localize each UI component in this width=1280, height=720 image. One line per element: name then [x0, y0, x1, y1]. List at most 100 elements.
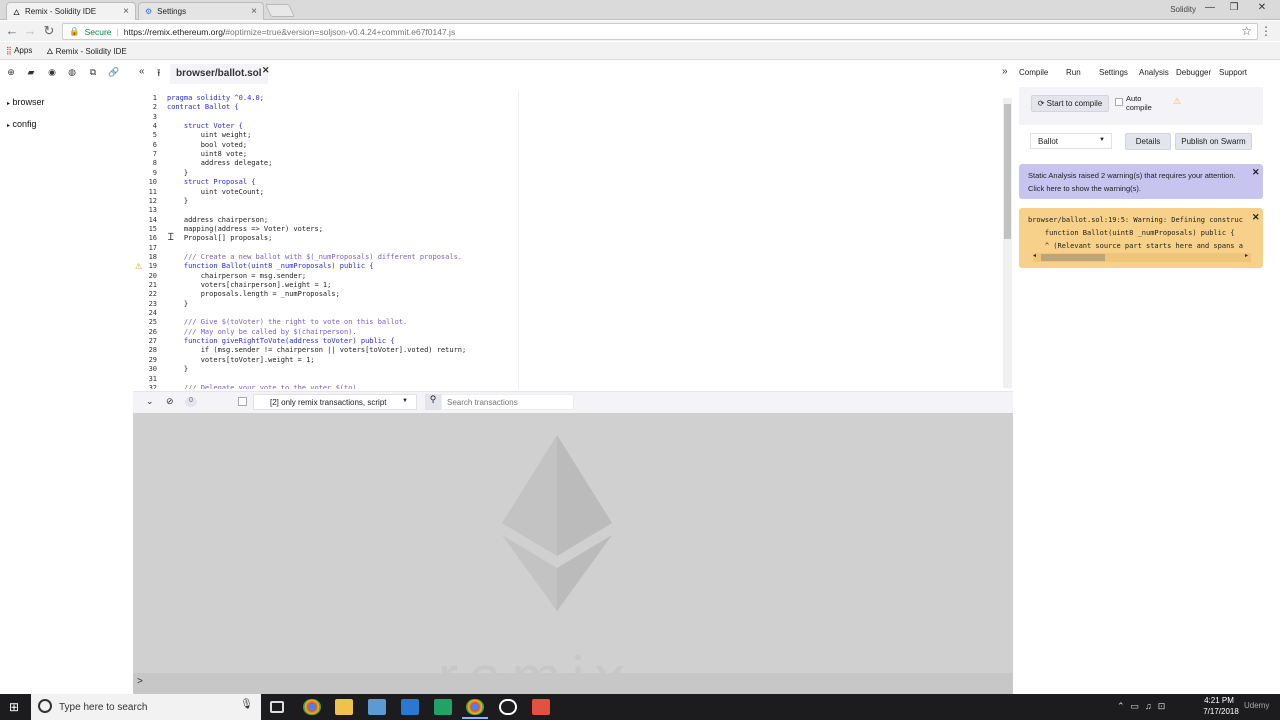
line-number: 30	[148, 365, 157, 374]
code-line: pragma solidity ^0.4.0;	[167, 94, 264, 102]
line-number-gutter: 1 2 3 4 5 6 7 8 9 10 11 12 13 14 15 16 17 18 19 20 21 22 23 24 2…	[133, 91, 165, 389]
chrome-active-icon[interactable]	[466, 699, 484, 715]
caret-right-icon: ▸	[7, 101, 11, 107]
start-compile-button[interactable]: ⟳ Start to compile	[1031, 95, 1109, 112]
tab-support[interactable]: Support	[1219, 68, 1247, 77]
browser-tab-remix[interactable]: 🜂 Remix - Solidity IDE ×	[6, 2, 136, 20]
tab-debugger[interactable]: Debugger	[1176, 68, 1211, 77]
microphone-icon[interactable]: 🎙	[240, 699, 253, 710]
scroll-left-icon[interactable]: ◂	[1033, 252, 1036, 259]
code-line: }	[167, 299, 189, 308]
terminal-prompt[interactable]: >	[133, 673, 1013, 694]
gist-icon[interactable]: ◍	[65, 67, 79, 79]
terminal-output[interactable]: remix	[133, 413, 1013, 694]
scroll-right-icon[interactable]: ▸	[1245, 252, 1248, 259]
listen-checkbox[interactable]	[238, 397, 247, 406]
vscode-icon[interactable]	[401, 699, 419, 715]
upload-arrow-icon[interactable]: ⭱	[157, 66, 161, 83]
code-editor[interactable]: 1 2 3 4 5 6 7 8 9 10 11 12 13 14 15 16 17 18 19 20 21 22 23 24 2…	[133, 91, 1013, 389]
back-arrow-icon[interactable]: ←	[4, 23, 20, 39]
line-number: 29	[148, 355, 157, 364]
code-line: /// Give $(toVoter) the right to vote on…	[167, 318, 408, 327]
line-number: 18	[148, 252, 157, 261]
code-line: uint weight;	[167, 131, 252, 140]
auto-compile-checkbox[interactable]	[1115, 98, 1123, 106]
line-number: 32	[148, 383, 157, 389]
browser-menu-icon[interactable]: ⋮	[1260, 24, 1272, 38]
warning-hscrollbar-thumb[interactable]	[1041, 254, 1105, 261]
maximize-window-icon[interactable]: ❐	[1222, 2, 1246, 16]
bookmark-remix[interactable]: 🜂 Remix - Solidity IDE	[46, 42, 126, 59]
tab-analysis[interactable]: Analysis	[1139, 68, 1169, 77]
editor-file-tab[interactable]: browser/ballot.sol	[170, 64, 268, 84]
tree-item-browser[interactable]: ▸ browser	[7, 97, 45, 107]
bookmark-star-icon[interactable]: ☆	[1241, 24, 1252, 38]
store-icon[interactable]	[368, 699, 386, 715]
reload-icon[interactable]: ↻	[41, 23, 57, 39]
collapse-right-icon[interactable]: »	[1002, 66, 1008, 77]
line-number: 11	[148, 187, 157, 196]
line-number: 3	[152, 112, 157, 121]
warning-triangle-icon[interactable]: ⚠	[135, 262, 142, 271]
tab-compile[interactable]: Compile	[1019, 68, 1048, 77]
publish-swarm-button[interactable]: Publish on Swarm	[1175, 133, 1252, 150]
file-explorer-icon[interactable]	[335, 699, 353, 715]
search-transactions-input[interactable]	[441, 394, 574, 410]
code-line: proposals.length = _numProposals;	[167, 290, 340, 299]
static-analysis-warning[interactable]: Static Analysis raised 2 warning(s) that…	[1019, 164, 1263, 199]
url-divider: |	[116, 26, 119, 37]
windows-start-icon[interactable]: ⊞	[9, 700, 19, 714]
open-folder-icon[interactable]: ▰	[24, 67, 38, 79]
code-line: mapping(address => Voter) voters;	[167, 224, 323, 233]
window-user-badge: Solidity	[1170, 5, 1196, 14]
chrome-icon[interactable]	[303, 699, 321, 715]
close-compiler-warning-icon[interactable]: ✕	[1252, 212, 1260, 223]
camtasia-icon[interactable]	[434, 699, 452, 715]
right-panel	[1013, 62, 1280, 694]
line-number: 12	[148, 196, 157, 205]
bookmark-apps[interactable]: ⣿ Apps	[6, 46, 32, 55]
taskbar-search-input[interactable]: Type here to search 🎙	[31, 694, 261, 720]
line-number: 16	[148, 234, 157, 243]
url-input[interactable]: 🔒 Secure | https://remix.ethereum.org/ #…	[62, 23, 1258, 40]
close-window-icon[interactable]: ✕	[1250, 2, 1274, 16]
copy-icon[interactable]: ⧉	[86, 67, 100, 79]
url-host: https://remix.ethereum.org/	[123, 26, 226, 37]
taskbar-search-placeholder: Type here to search	[59, 701, 148, 713]
editor-scrollbar-thumb[interactable]	[1004, 104, 1011, 239]
caret-down-icon: ▼	[1099, 137, 1105, 143]
obs-icon[interactable]	[499, 699, 517, 715]
details-button[interactable]: Details	[1125, 133, 1171, 150]
recorder-icon[interactable]	[532, 699, 550, 715]
forward-arrow-icon[interactable]: →	[22, 23, 38, 39]
line-number: 17	[148, 243, 157, 252]
new-file-icon[interactable]: ⊕	[4, 67, 18, 79]
tree-item-config[interactable]: ▸ config	[7, 119, 37, 129]
code-line: uint8 vote;	[167, 150, 248, 159]
task-view-icon[interactable]	[270, 701, 284, 713]
close-tab-icon[interactable]: ×	[123, 6, 129, 17]
line-number: 6	[152, 140, 157, 149]
link-icon[interactable]: 🔗	[107, 67, 121, 79]
clear-console-icon[interactable]: ⊘	[166, 396, 174, 407]
tab-settings[interactable]: Settings	[1099, 68, 1128, 77]
contract-select[interactable]: Ballot ▼	[1030, 133, 1112, 149]
tab-run[interactable]: Run	[1066, 68, 1081, 77]
github-icon[interactable]: ◉	[45, 67, 59, 79]
collapse-left-icon[interactable]: «	[139, 66, 145, 77]
close-file-tab-icon[interactable]: ✕	[262, 65, 270, 76]
code-line: address delegate;	[167, 159, 273, 168]
text-cursor-icon: Ɪ	[168, 232, 174, 243]
minimize-window-icon[interactable]: —	[1198, 2, 1222, 16]
active-app-indicator	[462, 717, 488, 719]
transaction-filter-select[interactable]: [2] only remix transactions, script ▼	[253, 394, 417, 410]
system-tray-icons[interactable]: ⌃▭♫⊡	[1117, 701, 1171, 712]
close-tab-icon[interactable]: ×	[251, 6, 257, 17]
code-line: uint voteCount;	[167, 187, 264, 196]
warning-line: ^ (Relevant source part starts here and …	[1028, 242, 1243, 250]
close-warning-icon[interactable]: ✕	[1252, 167, 1260, 178]
refresh-icon: ⟳	[1037, 99, 1045, 108]
chevron-down-icon[interactable]: ⌄	[146, 396, 154, 407]
browser-tab-settings[interactable]: ⚙ Settings ×	[138, 2, 264, 20]
code-line: struct Voter {	[167, 122, 243, 131]
